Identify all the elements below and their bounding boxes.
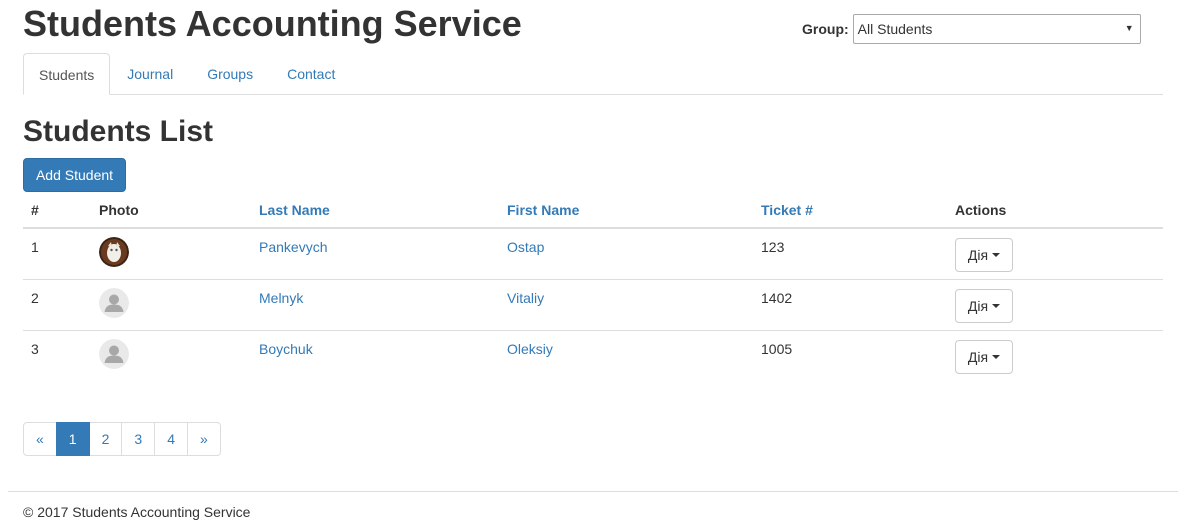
- ticket-number: 1402: [761, 290, 793, 306]
- first-name-link[interactable]: Vitaliy: [507, 290, 544, 306]
- row-number: 1: [31, 239, 39, 255]
- row-number: 2: [31, 290, 39, 306]
- page-next-button[interactable]: »: [186, 422, 221, 456]
- caret-down-icon: [992, 355, 1001, 359]
- row-number: 3: [31, 341, 39, 357]
- table-row: 3 Boychuk Oleksiy 1005 Дія: [23, 331, 1163, 382]
- col-header-last-name[interactable]: Last Name: [259, 202, 330, 218]
- group-filter: Group: All Students ▼: [802, 14, 1141, 44]
- actions-label: Дія: [967, 298, 989, 314]
- app-container: Students Accounting Service Group: All S…: [0, 0, 1185, 530]
- caret-down-icon: [992, 253, 1001, 257]
- group-select[interactable]: All Students ▼: [852, 14, 1141, 44]
- table-header: # Photo Last Name First Name Ticket # Ac…: [23, 192, 1163, 229]
- default-avatar-icon: [99, 288, 129, 318]
- dropdown-arrow-icon: ▼: [1124, 23, 1134, 33]
- tab-journal[interactable]: Journal: [110, 53, 190, 95]
- add-student-button[interactable]: Add Student: [23, 158, 126, 192]
- footer-divider: [8, 491, 1178, 492]
- table-row: 2 Melnyk Vitaliy 1402 Дія: [23, 280, 1163, 331]
- page-3-button[interactable]: 3: [121, 422, 156, 456]
- col-header-first-name[interactable]: First Name: [507, 202, 579, 218]
- col-header-ticket[interactable]: Ticket #: [761, 202, 813, 218]
- app-title: Students Accounting Service: [23, 3, 522, 44]
- page-2-button[interactable]: 2: [88, 422, 123, 456]
- page-1-button[interactable]: 1: [55, 422, 90, 456]
- actions-label: Дія: [967, 247, 989, 263]
- col-header-actions: Actions: [955, 202, 1007, 218]
- last-name-link[interactable]: Boychuk: [259, 341, 313, 357]
- actions-dropdown-button[interactable]: Дія: [955, 289, 1013, 323]
- page-title: Students List: [23, 115, 214, 148]
- page-prev-button[interactable]: «: [23, 422, 57, 456]
- actions-dropdown-button[interactable]: Дія: [955, 238, 1013, 272]
- col-header-photo: Photo: [99, 202, 139, 218]
- student-photo: [99, 237, 129, 267]
- first-name-link[interactable]: Ostap: [507, 239, 544, 255]
- ticket-number: 1005: [761, 341, 793, 357]
- actions-label: Дія: [967, 349, 989, 365]
- page-4-button[interactable]: 4: [154, 422, 188, 456]
- actions-dropdown-button[interactable]: Дія: [955, 340, 1013, 374]
- nav-tabs: Students Journal Groups Contact: [23, 53, 1163, 95]
- tab-groups[interactable]: Groups: [190, 53, 270, 95]
- group-label: Group:: [802, 21, 849, 37]
- footer-copyright: © 2017 Students Accounting Service: [23, 504, 251, 520]
- caret-down-icon: [992, 304, 1001, 308]
- last-name-link[interactable]: Melnyk: [259, 290, 303, 306]
- group-select-value: All Students: [857, 21, 933, 37]
- table-row: 1 Pankevych Ostap 123 Дія: [23, 229, 1163, 280]
- tab-contact[interactable]: Contact: [270, 53, 352, 95]
- pagination: « 1 2 3 4 »: [23, 422, 221, 456]
- first-name-link[interactable]: Oleksiy: [507, 341, 553, 357]
- tab-students[interactable]: Students: [23, 53, 111, 95]
- students-table: # Photo Last Name First Name Ticket # Ac…: [23, 192, 1163, 382]
- col-header-number: #: [31, 202, 39, 218]
- last-name-link[interactable]: Pankevych: [259, 239, 327, 255]
- ticket-number: 123: [761, 239, 785, 255]
- default-avatar-icon: [99, 339, 129, 369]
